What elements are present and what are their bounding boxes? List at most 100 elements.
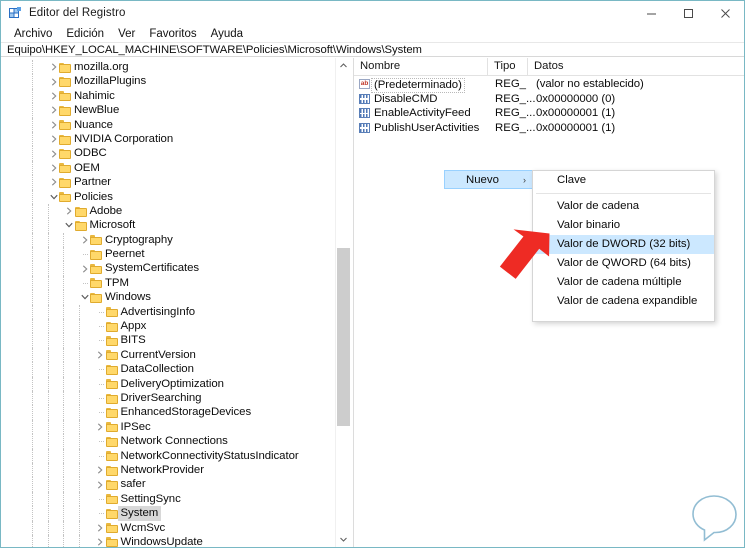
chevron-right-icon[interactable] [79,233,90,247]
submenu-item[interactable]: Clave [533,171,714,190]
tree-scrollbar-thumb[interactable] [337,248,350,426]
tree-item[interactable]: NVIDIA Corporation [2,131,332,147]
chevron-right-icon[interactable] [48,103,59,117]
tree-item[interactable]: Nuance [2,117,332,132]
tree-item[interactable]: Windows [2,290,332,305]
tree-item[interactable]: Nahimic [2,88,332,104]
tree-guide-tick [98,340,104,342]
tree-item[interactable]: NewBlue [2,103,332,118]
context-menu-parent: Nuevo › [444,170,534,189]
tree-guide-tick [98,441,104,443]
chevron-right-icon[interactable] [64,204,75,218]
submenu-item[interactable]: Valor de QWORD (64 bits) [533,254,714,273]
tree-item[interactable]: System [2,506,332,521]
tree-item[interactable]: OEM [2,160,332,176]
chevron-right-icon[interactable] [48,118,59,132]
scroll-up-button[interactable] [336,58,350,73]
tree-guide-line [63,506,64,521]
tree-guide-line [63,247,64,262]
tree-item[interactable]: Cryptography [2,232,332,248]
tree-guide-line [47,333,49,348]
submenu-item[interactable]: Valor de cadena [533,197,714,216]
submenu-item[interactable]: Valor binario [533,216,714,235]
context-menu-item-nuevo[interactable]: Nuevo › [444,170,534,189]
chevron-right-icon[interactable] [48,74,59,88]
tree-guide-line [63,448,64,463]
close-icon[interactable] [707,1,744,25]
tree-item[interactable]: TPM [2,275,332,291]
maximize-icon[interactable] [670,1,707,25]
chevron-right-icon[interactable] [95,535,106,547]
tree-item[interactable]: CurrentVersion [2,347,332,363]
values-list: ab (Predeterminado) REG_ (valor no establec… [354,77,744,135]
chevron-right-icon[interactable] [95,463,106,477]
chevron-right-icon[interactable] [95,477,106,491]
tree-guide-line [32,534,33,547]
chevron-right-icon[interactable] [48,132,59,146]
submenu-item[interactable]: Valor de cadena expandible [533,292,714,311]
tree-item[interactable]: BITS [2,333,332,348]
chevron-down-icon[interactable] [79,290,90,304]
tree-item[interactable]: Appx [2,319,332,334]
value-row[interactable]: DisableCMD REG_... 0x00000000 (0) [354,92,744,107]
address-bar[interactable]: Equipo\HKEY_LOCAL_MACHINE\SOFTWARE\Polic… [1,42,744,57]
tree-item[interactable]: Network Connections [2,434,332,449]
chevron-down-icon[interactable] [64,218,75,232]
chevron-right-icon[interactable] [48,89,59,103]
menu-archivo[interactable]: Archivo [7,26,59,42]
tree-item[interactable]: Policies [2,189,332,204]
tree-item[interactable]: SystemCertificates [2,261,332,276]
chevron-right-icon[interactable] [95,420,106,434]
tree-guide-line [32,520,33,535]
chevron-right-icon[interactable] [48,161,59,175]
column-header-tipo[interactable]: Tipo [488,58,528,75]
tree-item[interactable]: ODBC [2,146,332,161]
tree-item[interactable]: WcmSvc [2,520,332,535]
menu-ver[interactable]: Ver [111,26,142,42]
value-row[interactable]: EnableActivityFeed REG_... 0x00000001 (1) [354,106,744,121]
menu-ayuda[interactable]: Ayuda [204,26,250,42]
tree-item[interactable]: SettingSync [2,491,332,507]
tree-guide-line [63,290,64,305]
chevron-down-icon[interactable] [48,190,59,204]
value-row[interactable]: ab (Predeterminado) REG_ (valor no establec… [354,77,744,93]
folder-icon [105,451,118,462]
tree-guide-line [47,390,49,406]
tree-item[interactable]: Peernet [2,247,332,262]
tree-item[interactable]: Adobe [2,203,332,219]
tree-scrollbar[interactable] [335,58,350,547]
column-header-nombre[interactable]: Nombre [354,58,488,75]
tree-item[interactable]: Partner [2,175,332,190]
tree-item[interactable]: AdvertisingInfo [2,304,332,320]
folder-icon [105,336,118,347]
tree-item[interactable]: DriverSearching [2,390,332,406]
column-header-datos[interactable]: Datos [528,58,744,75]
chevron-right-icon[interactable] [95,521,106,535]
tree-item-label: NewBlue [74,104,120,117]
tree-item[interactable]: mozilla.org [2,60,332,75]
minimize-icon[interactable] [633,1,670,25]
tree-item[interactable]: MozillaPlugins [2,74,332,89]
tree-item[interactable]: EnhancedStorageDevices [2,405,332,420]
tree-item[interactable]: safer [2,477,332,492]
value-row[interactable]: PublishUserActivities REG_... 0x00000001 (… [354,121,744,136]
chevron-right-icon[interactable] [48,175,59,189]
scroll-down-button[interactable] [336,532,350,547]
chevron-right-icon[interactable] [95,348,106,362]
tree-item[interactable]: NetworkConnectivityStatusIndicator [2,448,332,463]
chevron-right-icon[interactable] [79,261,90,275]
tree-item[interactable]: DataCollection [2,362,332,377]
chevron-right-icon[interactable] [48,60,59,74]
chevron-right-icon[interactable] [48,146,59,160]
tree-item[interactable]: WindowsUpdate [2,534,332,547]
tree-guide-line [63,319,64,334]
tree-item[interactable]: IPSec [2,419,332,435]
submenu-item[interactable]: Valor de cadena múltiple [533,273,714,292]
menu-edicin[interactable]: Edición [59,26,111,42]
submenu-item[interactable]: Valor de DWORD (32 bits) [533,235,714,254]
tree-item-label: Network Connections [120,435,228,448]
tree-item[interactable]: DeliveryOptimization [2,376,332,391]
tree-item[interactable]: Microsoft [2,218,332,233]
menu-favoritos[interactable]: Favoritos [142,26,203,42]
tree-item[interactable]: NetworkProvider [2,462,332,478]
